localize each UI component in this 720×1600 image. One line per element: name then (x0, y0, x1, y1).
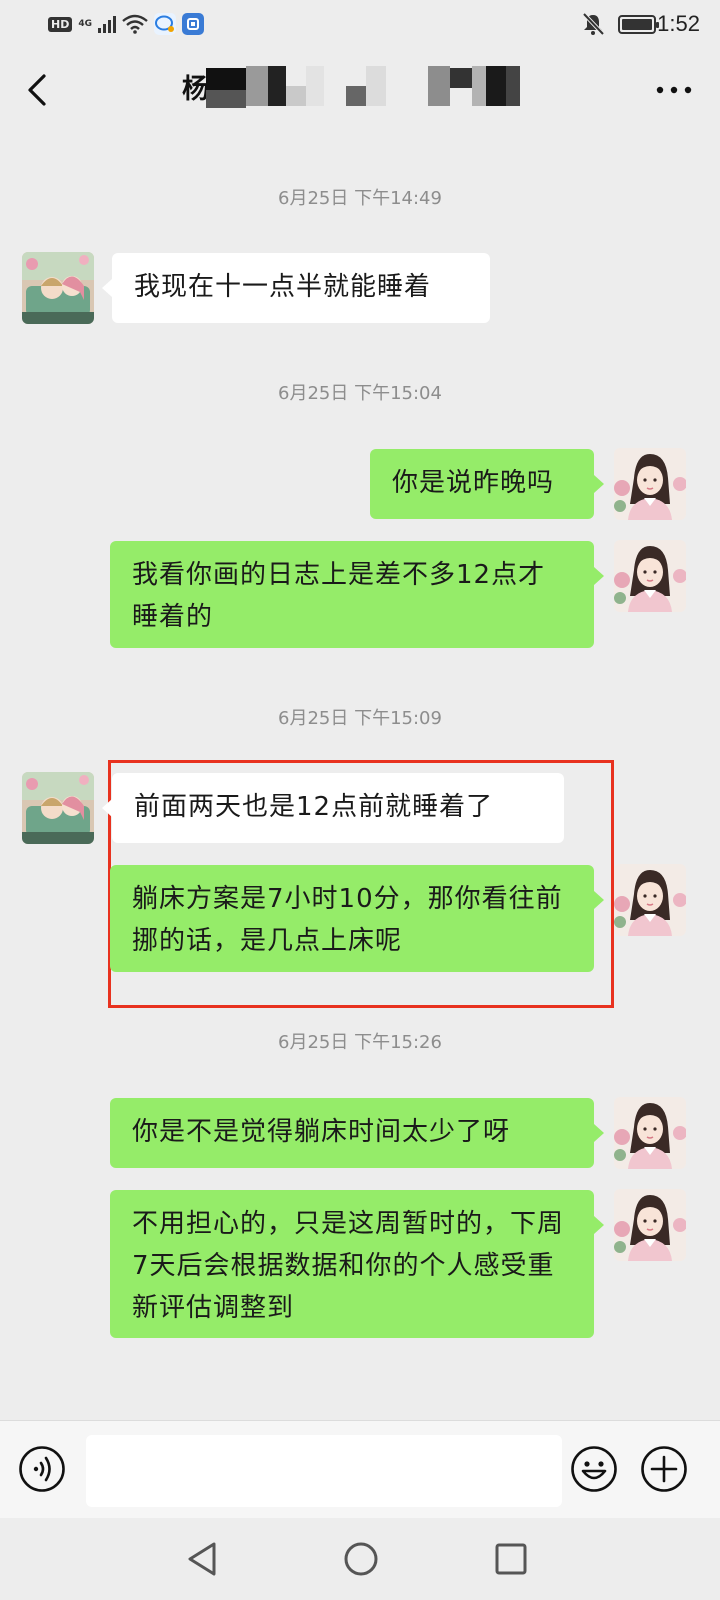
mute-bell-icon (582, 12, 604, 36)
self-avatar-image (614, 448, 686, 520)
message-bubble-outgoing[interactable]: 不用担心的，只是这周暂时的，下周7天后会根据数据和你的个人感受重新评估调整到 (110, 1190, 604, 1338)
message-timestamp: 6月25日 下午15:04 (278, 383, 442, 404)
more-functions-button[interactable] (640, 1445, 688, 1493)
emoji-button[interactable] (570, 1445, 618, 1493)
self-avatar-image (614, 1189, 686, 1261)
square-recent-icon (495, 1543, 527, 1575)
self-avatar[interactable] (614, 540, 686, 612)
message-timestamp: 6月25日 下午15:09 (278, 708, 442, 729)
hd-badge: HD (48, 16, 73, 32)
message-bubble-outgoing[interactable]: 我看你画的日志上是差不多12点才睡着的 (110, 541, 604, 648)
input-bar (0, 1420, 720, 1518)
contact-avatar-image (22, 252, 94, 324)
wifi-icon (122, 14, 148, 34)
back-button[interactable] (20, 68, 60, 112)
voice-input-button[interactable] (18, 1445, 66, 1493)
system-navigation-bar (0, 1518, 720, 1600)
plus-icon (641, 1446, 687, 1492)
self-avatar[interactable] (614, 1189, 686, 1261)
self-avatar-image (614, 864, 686, 936)
message-timestamp: 6月25日 下午15:26 (278, 1032, 442, 1053)
message-text: 你是说昨晚吗 (392, 468, 555, 498)
contact-avatar[interactable] (22, 252, 94, 324)
signal-icon (98, 15, 116, 33)
self-avatar-image (614, 540, 686, 612)
more-dots-icon (656, 86, 692, 94)
voice-icon (19, 1446, 65, 1492)
self-avatar[interactable] (614, 448, 686, 520)
triangle-back-icon (188, 1542, 216, 1576)
message-text: 不用担心的，只是这周暂时的，下周7天后会根据数据和你的个人感受重新评估调整到 (132, 1209, 565, 1323)
chevron-left-icon (28, 74, 46, 106)
message-text: 我现在十一点半就能睡着 (134, 272, 432, 302)
contact-avatar-image (22, 772, 94, 844)
emoji-icon (571, 1446, 617, 1492)
self-avatar-image (614, 1097, 686, 1169)
chat-header: 杨 (0, 48, 720, 132)
more-options-button[interactable] (652, 70, 696, 110)
message-bubble-incoming[interactable]: 我现在十一点半就能睡着 (102, 253, 490, 323)
message-list[interactable]: 6月25日 下午14:49 我现在十一点半就能睡着 6月25日 下午15:04 … (0, 132, 720, 1420)
message-text: 前面两天也是12点前就睡着了 (134, 792, 494, 822)
message-input[interactable] (86, 1435, 562, 1507)
message-text: 我看你画的日志上是差不多12点才睡着的 (132, 560, 546, 632)
message-timestamp: 6月25日 下午14:49 (278, 188, 442, 209)
message-bubble-outgoing[interactable]: 你是说昨晚吗 (370, 449, 604, 519)
nav-back-button[interactable] (178, 1534, 228, 1584)
message-bubble-outgoing[interactable]: 躺床方案是7小时10分，那你看往前挪的话，是几点上床呢 (110, 865, 604, 972)
message-bubble-incoming[interactable]: 前面两天也是12点前就睡着了 (102, 773, 564, 843)
battery-icon (618, 14, 659, 34)
network-type: 4G (78, 18, 92, 29)
status-bar: HD 4G 1:52 (0, 0, 720, 48)
self-avatar[interactable] (614, 864, 686, 936)
nav-home-button[interactable] (336, 1534, 386, 1584)
chat-title: 杨 (182, 74, 209, 105)
nav-recent-button[interactable] (486, 1534, 536, 1584)
self-avatar[interactable] (614, 1097, 686, 1169)
message-text: 躺床方案是7小时10分，那你看往前挪的话，是几点上床呢 (132, 884, 563, 956)
contact-avatar[interactable] (22, 772, 94, 844)
clock: 1:52 (657, 11, 700, 36)
app-notification-icon (182, 13, 204, 35)
chat-app-notification-icon (154, 13, 176, 35)
message-text: 你是不是觉得躺床时间太少了呀 (132, 1117, 511, 1147)
message-bubble-outgoing[interactable]: 你是不是觉得躺床时间太少了呀 (110, 1098, 604, 1168)
status-left-icons: HD 4G (48, 12, 204, 36)
circle-home-icon (344, 1542, 378, 1576)
status-right-icons (582, 10, 659, 38)
